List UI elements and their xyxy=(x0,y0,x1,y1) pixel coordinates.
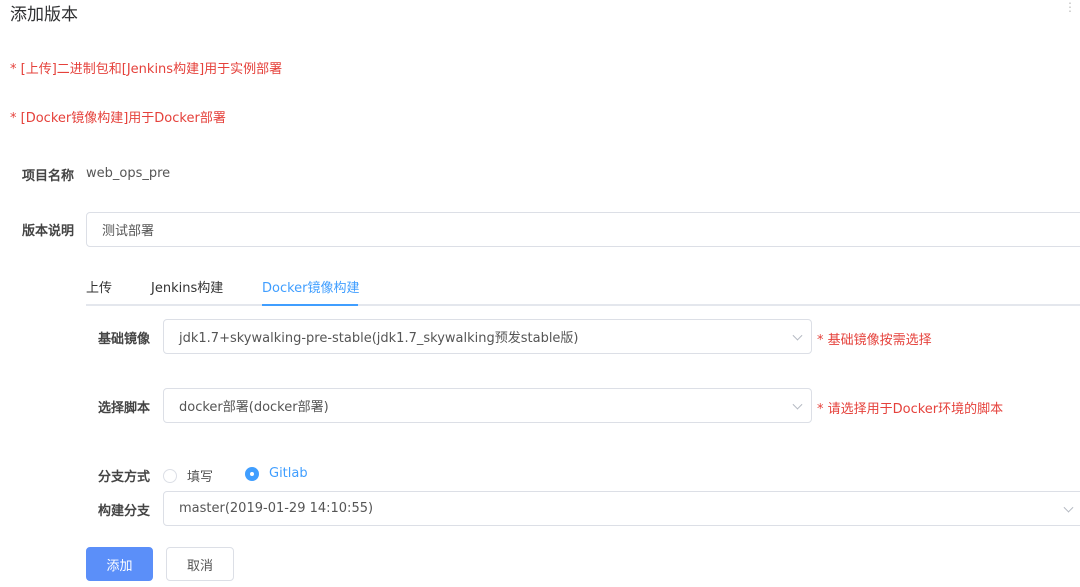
build-type-tabs: 上传 Jenkins构建 Docker镜像构建 xyxy=(86,270,1080,306)
radio-gitlab[interactable]: Gitlab xyxy=(245,466,308,481)
more-icon[interactable]: ⋮ xyxy=(1064,0,1076,14)
tab-docker-image-build[interactable]: Docker镜像构建 xyxy=(262,277,360,296)
radio-fill-in-label: 填写 xyxy=(187,470,214,485)
base-image-label: 基础镜像 xyxy=(98,332,151,347)
build-branch-select[interactable]: master(2019-01-29 14:10:55) xyxy=(163,491,1080,526)
radio-gitlab-label: Gitlab xyxy=(269,466,308,481)
dialog-title: 添加版本 xyxy=(10,5,78,25)
cancel-button[interactable]: 取消 xyxy=(166,547,234,581)
script-label: 选择脚本 xyxy=(98,401,151,416)
base-image-hint: * 基础镜像按需选择 xyxy=(817,333,932,348)
base-image-select[interactable]: jdk1.7+skywalking-pre-stable(jdk1.7_skyw… xyxy=(163,319,812,354)
active-tab-indicator xyxy=(262,304,358,306)
version-desc-label: 版本说明 xyxy=(22,224,75,239)
chevron-down-icon xyxy=(792,330,803,341)
build-branch-label: 构建分支 xyxy=(98,504,151,519)
branch-mode-label: 分支方式 xyxy=(98,470,151,485)
radio-checked-icon xyxy=(245,466,259,481)
version-desc-input[interactable]: 测试部署 xyxy=(86,212,1080,247)
base-image-value: jdk1.7+skywalking-pre-stable(jdk1.7_skyw… xyxy=(179,331,579,346)
script-value: docker部署(docker部署) xyxy=(179,400,329,415)
script-select[interactable]: docker部署(docker部署) xyxy=(163,388,812,423)
chevron-down-icon xyxy=(1063,502,1074,513)
project-name-label: 项目名称 xyxy=(22,169,75,184)
tab-jenkins-build[interactable]: Jenkins构建 xyxy=(151,277,223,296)
chevron-down-icon xyxy=(792,399,803,410)
script-hint: * 请选择用于Docker环境的脚本 xyxy=(817,402,1004,417)
build-branch-value: master(2019-01-29 14:10:55) xyxy=(179,501,374,516)
note-instance-deploy: * [上传]二进制包和[Jenkins构建]用于实例部署 xyxy=(10,62,283,77)
version-desc-value: 测试部署 xyxy=(102,224,155,239)
tab-upload[interactable]: 上传 xyxy=(86,277,112,296)
radio-fill-in[interactable]: 填写 xyxy=(163,466,213,485)
project-name-value: web_ops_pre xyxy=(86,166,171,181)
radio-circle-icon xyxy=(163,468,177,483)
note-docker-deploy: * [Docker镜像构建]用于Docker部署 xyxy=(10,111,226,126)
add-button[interactable]: 添加 xyxy=(86,547,153,581)
